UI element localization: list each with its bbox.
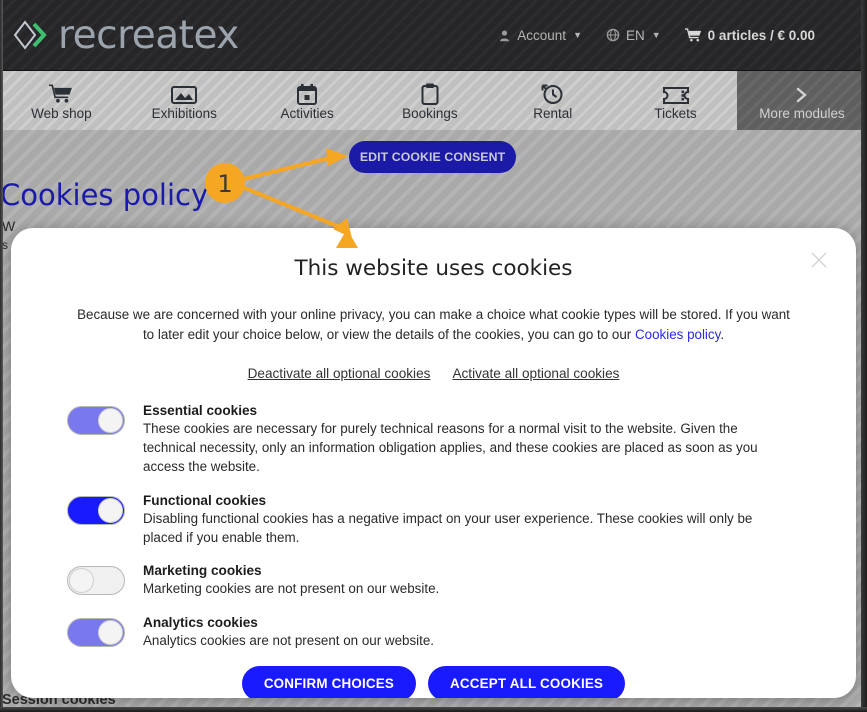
obscured-text-line-1: W	[2, 218, 16, 234]
nav-label: Web shop	[31, 105, 92, 121]
cookie-category-row: Analytics cookies Analytics cookies are …	[67, 615, 794, 650]
cookie-category-row: Essential cookies These cookies are nece…	[67, 403, 794, 477]
shopping-cart-icon	[49, 81, 73, 105]
shopping-cart-icon	[684, 28, 701, 42]
module-navigation: Web shop Exhibitions Activities Bookings…	[0, 70, 867, 130]
header-right-tools: Account ▼ EN ▼ 0 articles / € 0.00	[498, 28, 815, 43]
ticket-icon	[662, 81, 689, 105]
clipboard-icon	[421, 81, 439, 105]
chevron-down-icon: ▼	[651, 30, 661, 40]
language-menu[interactable]: EN ▼	[606, 28, 661, 43]
cookie-category-description: Analytics cookies are not present on our…	[143, 632, 435, 648]
activate-all-optional-cookies-link[interactable]: Activate all optional cookies	[452, 366, 619, 381]
cart-label: 0 articles / € 0.00	[707, 27, 815, 43]
cookie-category-row: Functional cookies Disabling functional …	[67, 493, 794, 548]
account-menu[interactable]: Account ▼	[498, 28, 582, 43]
cookie-category-text: Essential cookies These cookies are nece…	[143, 403, 794, 477]
screenshot-root: Cookies policy W s Session cookies EDIT …	[0, 0, 867, 712]
cookie-category-title: Analytics cookies	[143, 614, 258, 630]
cookie-category-title: Functional cookies	[143, 492, 267, 508]
modal-title: This website uses cookies	[294, 256, 573, 281]
nav-label: Exhibitions	[151, 105, 217, 121]
nav-item-rental[interactable]: Rental	[491, 71, 614, 130]
nav-label: Rental	[533, 105, 573, 121]
edit-cookie-consent-button[interactable]: EDIT COOKIE CONSENT	[349, 141, 516, 173]
marketing-cookies-toggle[interactable]	[67, 566, 125, 596]
clock-rewind-icon	[541, 81, 564, 105]
essential-cookies-toggle[interactable]	[67, 405, 125, 435]
cookie-category-list: Essential cookies These cookies are nece…	[11, 403, 856, 650]
user-icon	[500, 29, 510, 41]
nav-item-more-modules[interactable]: More modules	[736, 71, 867, 130]
cart-summary[interactable]: 0 articles / € 0.00	[684, 27, 815, 43]
page-title: Cookies policy	[0, 178, 209, 212]
cookie-consent-modal: This website uses cookies Because we are…	[11, 228, 856, 698]
cookie-category-description: Marketing cookies are not present on our…	[143, 581, 440, 597]
cookie-category-description: These cookies are necessary for purely t…	[143, 420, 758, 475]
nav-label: Activities	[280, 105, 334, 121]
modal-intro-part-2: .	[720, 327, 725, 343]
site-header: recreatex Account ▼ EN ▼ 0 articles / € …	[0, 0, 867, 70]
cookie-category-text: Analytics cookies Analytics cookies are …	[143, 615, 794, 650]
cookie-category-row: Marketing cookies Marketing cookies are …	[67, 563, 794, 598]
window-frame-right	[861, 0, 867, 712]
toggle-knob	[98, 619, 123, 645]
language-label: EN	[625, 27, 645, 43]
modal-intro-text: Because we are concerned with your onlin…	[71, 305, 796, 346]
cookie-category-description: Disabling functional cookies has a negat…	[143, 510, 753, 545]
window-frame-bottom	[0, 707, 867, 712]
modal-action-buttons: CONFIRM CHOICES ACCEPT ALL COOKIES	[11, 665, 856, 698]
chevron-right-icon	[793, 81, 811, 105]
accept-all-cookies-button[interactable]: ACCEPT ALL COOKIES	[428, 665, 626, 698]
bulk-consent-links: Deactivate all optional cookies Activate…	[11, 366, 856, 381]
toggle-knob	[98, 407, 123, 433]
calendar-icon	[297, 81, 318, 105]
close-icon[interactable]	[809, 250, 829, 270]
nav-item-activities[interactable]: Activities	[246, 71, 369, 130]
account-label: Account	[517, 27, 567, 43]
cookie-category-text: Marketing cookies Marketing cookies are …	[143, 563, 794, 598]
cookie-category-title: Marketing cookies	[143, 563, 262, 579]
functional-cookies-toggle[interactable]	[67, 495, 125, 525]
cookie-category-title: Essential cookies	[143, 402, 258, 418]
chevron-down-icon: ▼	[573, 30, 582, 40]
cookies-policy-link[interactable]: Cookies policy	[635, 327, 720, 342]
confirm-choices-button[interactable]: CONFIRM CHOICES	[241, 665, 417, 698]
nav-item-bookings[interactable]: Bookings	[368, 71, 491, 130]
globe-icon	[606, 28, 620, 42]
nav-label: More modules	[759, 105, 845, 121]
deactivate-all-optional-cookies-link[interactable]: Deactivate all optional cookies	[248, 366, 431, 381]
nav-item-web-shop[interactable]: Web shop	[0, 71, 123, 130]
toggle-knob	[69, 568, 94, 594]
site-logo[interactable]: recreatex	[12, 13, 239, 58]
site-logo-text: recreatex	[58, 12, 239, 58]
cookie-category-text: Functional cookies Disabling functional …	[143, 493, 794, 548]
toggle-knob	[98, 497, 123, 523]
recreatex-diamond-logo-icon	[13, 20, 47, 50]
window-frame-left	[0, 0, 3, 712]
nav-label: Tickets	[654, 105, 697, 121]
nav-item-exhibitions[interactable]: Exhibitions	[123, 71, 246, 130]
picture-icon	[171, 81, 198, 105]
analytics-cookies-toggle[interactable]	[67, 617, 125, 647]
nav-label: Bookings	[402, 105, 458, 121]
nav-item-tickets[interactable]: Tickets	[614, 71, 737, 130]
